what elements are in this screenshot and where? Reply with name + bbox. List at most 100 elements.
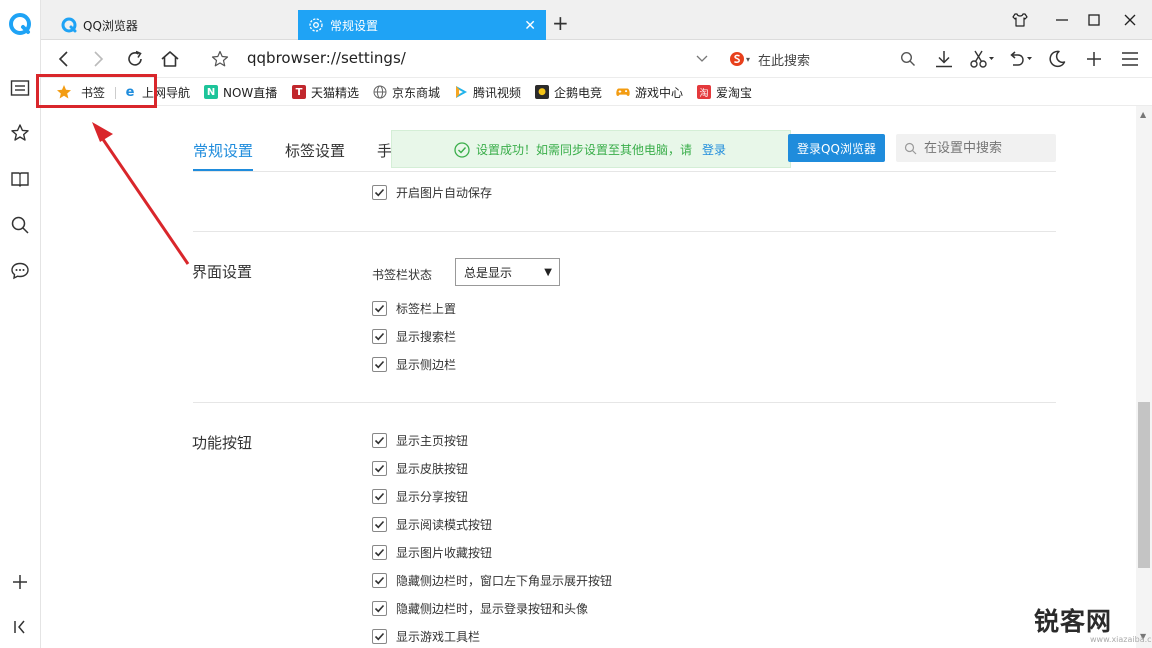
checkbox-login-avatar-when-hidden[interactable]: 隐藏侧边栏时，显示登录按钮和头像 xyxy=(372,600,588,616)
settings-search-input[interactable] xyxy=(896,134,1056,162)
bookmark-item-tmall[interactable]: T 天猫精选 xyxy=(292,83,359,101)
bookmark-item-tencent-video[interactable]: 腾讯视频 xyxy=(454,83,521,101)
penguin-icon: ● xyxy=(535,85,549,99)
success-toast: 设置成功！如需同步设置至其他电脑，请 登录 xyxy=(391,130,791,168)
caret-down-icon: ▼ xyxy=(544,267,552,278)
checkbox-label: 显示分享按钮 xyxy=(396,489,469,504)
settings-page: 常规设置 标签设置 手 设置成功！如需同步设置至其他电脑，请 登录 登录QQ浏览… xyxy=(41,106,1136,648)
add-sidebar-item-icon[interactable] xyxy=(8,570,32,594)
address-dropdown-icon[interactable] xyxy=(691,48,713,70)
checkbox-show-home-button[interactable]: 显示主页按钮 xyxy=(372,432,468,448)
bookmark-label: 京东商城 xyxy=(392,85,441,100)
bookmark-bar-state-select[interactable]: 总是显示 ▼ xyxy=(455,258,560,286)
close-window-icon[interactable] xyxy=(1120,10,1140,30)
maximize-icon[interactable] xyxy=(1084,10,1104,30)
reader-icon[interactable] xyxy=(8,76,32,100)
qq-browser-tab-icon xyxy=(61,17,77,33)
bookmark-label: 天猫精选 xyxy=(311,85,360,100)
toast-login-link[interactable]: 登录 xyxy=(702,141,726,158)
minimize-icon[interactable] xyxy=(1052,10,1072,30)
bookmark-item-jd[interactable]: 京东商城 xyxy=(373,83,440,101)
watermark-text: 锐客网 xyxy=(1034,607,1113,636)
checkbox-label: 开启图片自动保存 xyxy=(396,185,493,200)
check-circle-icon xyxy=(454,142,470,161)
book-icon[interactable] xyxy=(8,167,32,191)
taobao-icon: 淘 xyxy=(697,85,711,99)
settings-tab-tabs[interactable]: 标签设置 xyxy=(285,140,345,161)
settings-gear-icon xyxy=(308,17,324,33)
menu-icon[interactable] xyxy=(1119,48,1141,70)
scissors-screenshot-icon[interactable] xyxy=(967,48,997,70)
skin-shirt-icon[interactable] xyxy=(1010,10,1030,30)
tab-label: 常规设置 xyxy=(330,18,379,33)
settings-tab-more[interactable]: 手 xyxy=(377,140,392,161)
checkbox-show-skin-button[interactable]: 显示皮肤按钮 xyxy=(372,460,468,476)
checkbox-show-share-button[interactable]: 显示分享按钮 xyxy=(372,488,468,504)
sogou-search-engine-icon[interactable]: ▾ xyxy=(729,51,750,67)
home-icon[interactable] xyxy=(159,48,181,70)
favorites-star-icon[interactable] xyxy=(8,121,32,145)
checkbox-checked-icon[interactable] xyxy=(372,628,387,644)
bookmark-star-icon[interactable] xyxy=(209,48,231,70)
bookmark-label: 企鹅电竞 xyxy=(554,85,603,100)
new-tab-button[interactable]: + xyxy=(552,13,569,33)
checkbox-checked-icon[interactable] xyxy=(372,544,387,560)
watermark: 锐客网 www.xiazaiba.com xyxy=(1016,584,1152,646)
scrollbar-thumb[interactable] xyxy=(1138,402,1150,568)
checkbox-label: 标签栏上置 xyxy=(396,301,457,316)
login-qq-browser-button[interactable]: 登录QQ浏览器 xyxy=(788,134,885,162)
tabs-divider xyxy=(193,171,1056,172)
tab-qq-browser[interactable]: QQ浏览器 xyxy=(51,10,297,40)
checkbox-checked-icon[interactable] xyxy=(372,488,387,504)
bookmark-label: 爱淘宝 xyxy=(716,85,753,100)
globe-icon xyxy=(373,85,387,99)
checkbox-checked-icon[interactable] xyxy=(372,328,387,344)
checkbox-checked-icon[interactable] xyxy=(372,356,387,372)
select-value: 总是显示 xyxy=(464,265,513,280)
bookmark-item-penguin-esports[interactable]: ● 企鹅电竞 xyxy=(535,83,602,101)
tab-general-settings[interactable]: 常规设置 ✕ xyxy=(298,10,546,40)
checkbox-show-reader-mode-button[interactable]: 显示阅读模式按钮 xyxy=(372,516,492,532)
close-tab-icon[interactable]: ✕ xyxy=(524,18,536,34)
checkbox-checked-icon[interactable] xyxy=(372,460,387,476)
checkbox-checked-icon[interactable] xyxy=(372,300,387,316)
qq-browser-logo-icon[interactable] xyxy=(8,12,32,36)
tmall-icon: T xyxy=(292,85,306,99)
download-icon[interactable] xyxy=(933,48,955,70)
collapse-sidebar-icon[interactable] xyxy=(8,615,32,639)
checkbox-checked-icon[interactable] xyxy=(372,432,387,448)
add-icon[interactable] xyxy=(1083,48,1105,70)
undo-closed-tab-icon[interactable] xyxy=(1005,48,1035,70)
checkbox-checked-icon[interactable] xyxy=(372,516,387,532)
checkbox-label: 隐藏侧边栏时，显示登录按钮和头像 xyxy=(396,601,589,616)
back-icon[interactable] xyxy=(52,48,74,70)
checkbox-expand-button-when-hidden[interactable]: 隐藏侧边栏时，窗口左下角显示展开按钮 xyxy=(372,572,612,588)
search-placeholder: 在此搜索 xyxy=(758,53,811,69)
section-title-function-buttons: 功能按钮 xyxy=(192,434,253,452)
checkbox-show-image-collect-button[interactable]: 显示图片收藏按钮 xyxy=(372,544,492,560)
checkbox-checked-icon[interactable] xyxy=(372,572,387,588)
checkbox-checked-icon[interactable] xyxy=(372,600,387,616)
checkbox-checked-icon[interactable] xyxy=(372,184,387,200)
checkbox-label: 显示侧边栏 xyxy=(396,357,457,372)
bookmark-item-now-live[interactable]: N NOW直播 xyxy=(204,83,277,101)
checkbox-show-game-toolbar[interactable]: 显示游戏工具栏 xyxy=(372,628,480,644)
scroll-up-arrow-icon[interactable]: ▲ xyxy=(1140,110,1146,119)
section-divider xyxy=(193,231,1056,232)
checkbox-auto-save-images[interactable]: 开启图片自动保存 xyxy=(372,184,492,200)
bookmark-item-ai-taobao[interactable]: 淘 爱淘宝 xyxy=(697,83,752,101)
checkbox-tabbar-on-top[interactable]: 标签栏上置 xyxy=(372,300,456,316)
night-mode-moon-icon[interactable] xyxy=(1046,48,1068,70)
forward-icon[interactable] xyxy=(88,48,110,70)
search-icon[interactable] xyxy=(8,213,32,237)
refresh-icon[interactable] xyxy=(124,48,146,70)
bookmark-item-game-center[interactable]: 游戏中心 xyxy=(616,83,683,101)
chat-bubble-icon[interactable] xyxy=(8,259,32,283)
checkbox-show-sidebar[interactable]: 显示侧边栏 xyxy=(372,356,456,372)
address-bar[interactable]: qqbrowser://settings/ xyxy=(247,49,406,67)
highlight-box xyxy=(36,74,157,108)
settings-tab-general[interactable]: 常规设置 xyxy=(193,140,253,161)
section-title-ui: 界面设置 xyxy=(192,263,253,281)
search-magnifier-icon[interactable] xyxy=(897,48,919,70)
checkbox-show-searchbar[interactable]: 显示搜索栏 xyxy=(372,328,456,344)
